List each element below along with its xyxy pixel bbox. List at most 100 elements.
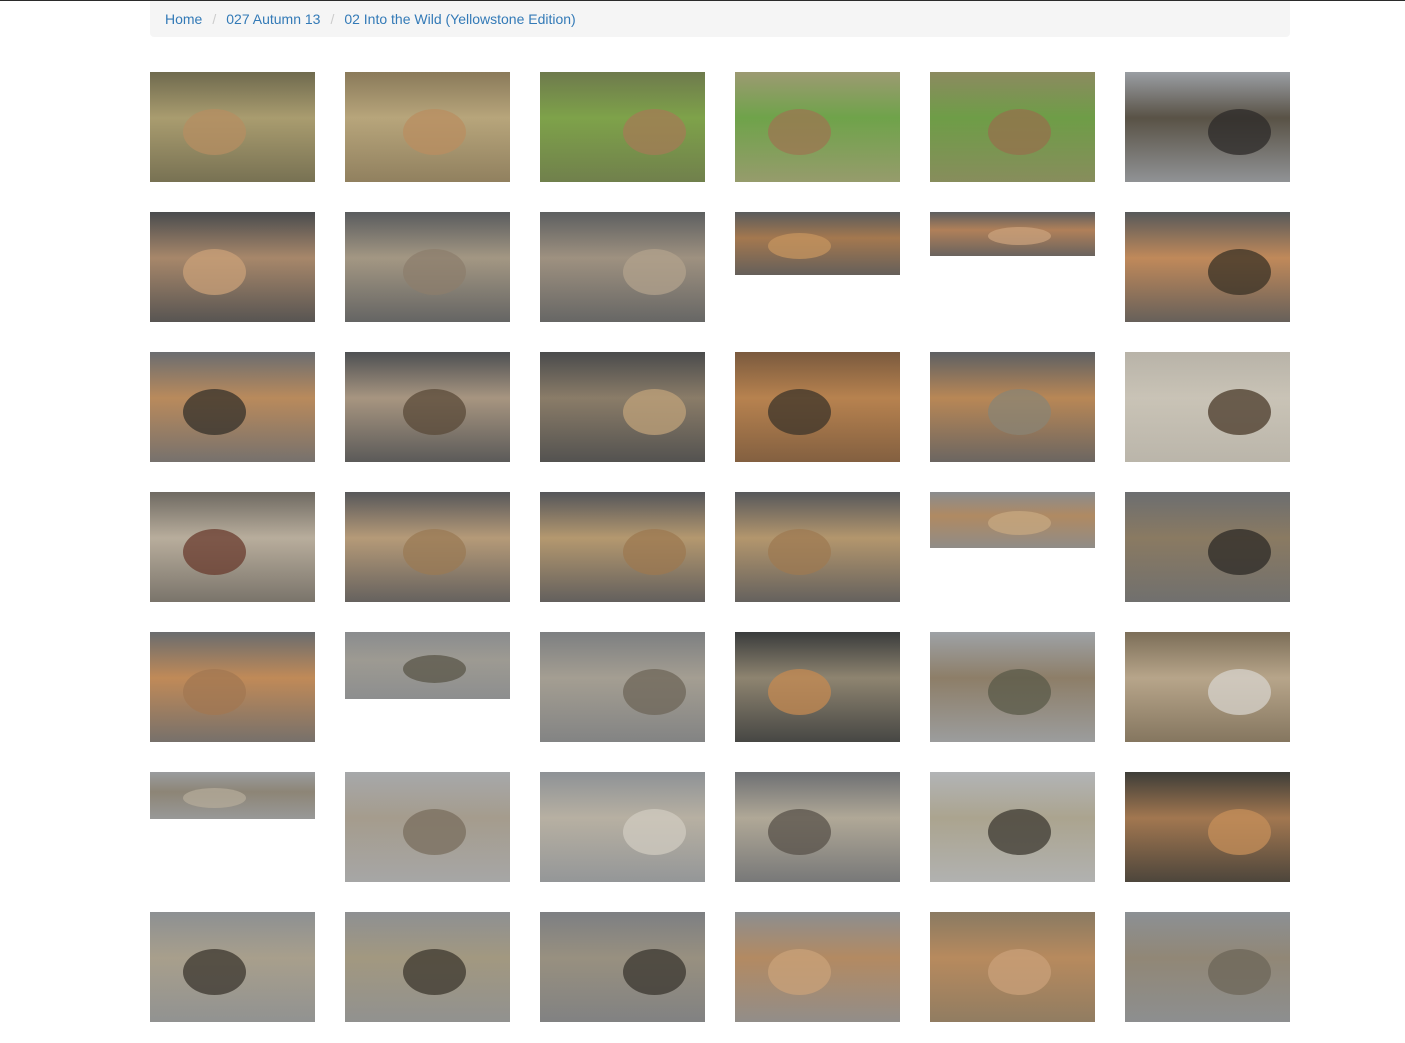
photo-thumbnail-liberty-cap-boardwalk[interactable] xyxy=(540,212,705,322)
photo-sky-area xyxy=(150,492,315,538)
breadcrumb-gallery-link[interactable]: 02 Into the Wild (Yellowstone Edition) xyxy=(344,11,575,27)
photo-subject xyxy=(183,249,246,295)
breadcrumb-separator: / xyxy=(212,11,217,27)
photo-thumbnail-white-terrace-mist[interactable] xyxy=(540,772,705,882)
photo-subject xyxy=(768,233,831,259)
photo-subject xyxy=(183,529,246,575)
photo-thumbnail-grey-terrace-cliffs[interactable] xyxy=(345,772,510,882)
photo-sky-area xyxy=(735,912,900,958)
photo-thumbnail-terraces-steam[interactable] xyxy=(345,212,510,322)
photo-thumbnail-dry-terrace-trees[interactable] xyxy=(930,632,1095,742)
photo-sky-area xyxy=(1125,72,1290,118)
photo-thumbnail-elk-grazing-lawn-2[interactable] xyxy=(930,72,1095,182)
photo-thumbnail-orange-steam-pool[interactable] xyxy=(1125,772,1290,882)
photo-thumbnail-flat-valley-panorama[interactable] xyxy=(150,772,315,819)
photo-subject xyxy=(1208,389,1271,435)
photo-sky-area xyxy=(540,912,705,958)
photo-thumbnail-terrace-cascade[interactable] xyxy=(345,492,510,602)
photo-thumbnail-grey-flats-steam[interactable] xyxy=(735,772,900,882)
photo-thumbnail-orange-hill-steam[interactable] xyxy=(735,912,900,1022)
photo-thumbnail-dark-rock-boardwalk[interactable] xyxy=(345,352,510,462)
photo-thumbnail-terraces-landscape[interactable] xyxy=(150,212,315,322)
photo-sky-area xyxy=(735,212,900,238)
photo-thumbnail-valley-grey-terrace[interactable] xyxy=(1125,912,1290,1022)
photo-thumbnail-elk-standing-sagebrush[interactable] xyxy=(150,72,315,182)
photo-thumbnail-elk-on-lawn-building[interactable] xyxy=(540,72,705,182)
photo-thumbnail-orange-slope-close[interactable] xyxy=(930,912,1095,1022)
photo-thumbnail-dead-trees-steam-flats[interactable] xyxy=(150,912,315,1022)
photo-sky-area xyxy=(1125,492,1290,538)
photo-sky-area xyxy=(540,72,705,118)
photo-subject xyxy=(768,949,831,995)
photo-subject xyxy=(183,669,246,715)
photo-subject xyxy=(623,809,686,855)
photo-thumbnail-steam-dark-sky[interactable] xyxy=(540,352,705,462)
photo-subject xyxy=(988,109,1051,155)
photo-subject xyxy=(623,669,686,715)
photo-thumbnail-orange-cliff-face[interactable] xyxy=(735,352,900,462)
photo-thumbnail-elk-grazing-lawn[interactable] xyxy=(735,72,900,182)
photo-subject xyxy=(403,109,466,155)
photo-sky-area xyxy=(735,72,900,118)
photo-subject xyxy=(403,389,466,435)
photo-thumbnail-dead-trees-steam[interactable] xyxy=(1125,492,1290,602)
photo-sky-area xyxy=(150,212,315,258)
photo-subject xyxy=(183,788,246,808)
photo-thumbnail-elk-in-front-of-building[interactable] xyxy=(345,72,510,182)
photo-subject xyxy=(623,249,686,295)
breadcrumb-album-link[interactable]: 027 Autumn 13 xyxy=(226,11,320,27)
breadcrumb: Home / 027 Autumn 13 / 02 Into the Wild … xyxy=(150,1,1290,37)
photo-subject xyxy=(403,249,466,295)
photo-thumbnail-terrace-cascade-3[interactable] xyxy=(735,492,900,602)
photo-thumbnail-terrace-cascade-2[interactable] xyxy=(540,492,705,602)
photo-subject xyxy=(403,655,466,683)
photo-subject xyxy=(768,669,831,715)
photo-subject xyxy=(988,227,1051,245)
photo-sky-area xyxy=(150,912,315,958)
photo-sky-area xyxy=(150,72,315,118)
photo-subject xyxy=(988,511,1051,535)
photo-sky-area xyxy=(1125,632,1290,678)
photo-subject xyxy=(768,109,831,155)
breadcrumb-separator: / xyxy=(330,11,335,27)
photo-thumbnail-fallen-log[interactable] xyxy=(1125,632,1290,742)
photo-subject xyxy=(403,949,466,995)
photo-thumbnail-terrace-cascade-wide[interactable] xyxy=(930,492,1095,548)
photo-sky-area xyxy=(540,772,705,818)
photo-subject xyxy=(1208,249,1271,295)
photo-thumbnail-picnic-table-cloudy[interactable] xyxy=(1125,72,1290,182)
photo-sky-area xyxy=(540,492,705,538)
photo-sky-area xyxy=(150,632,315,678)
photo-thumbnail-dead-trees-white-ground[interactable] xyxy=(930,772,1095,882)
photo-thumbnail-orange-terrace-panorama[interactable] xyxy=(930,212,1095,256)
photo-subject xyxy=(623,949,686,995)
photo-sky-area xyxy=(735,772,900,818)
photo-sky-area xyxy=(735,632,900,678)
photo-subject xyxy=(1208,669,1271,715)
photo-sky-area xyxy=(540,632,705,678)
photo-thumbnail-steam-vent-dark[interactable] xyxy=(735,632,900,742)
photo-sky-area xyxy=(150,352,315,398)
photo-sky-area xyxy=(735,492,900,538)
photo-subject xyxy=(768,809,831,855)
photo-sky-area xyxy=(540,352,705,398)
photo-subject xyxy=(1208,809,1271,855)
photo-thumbnail-terrace-with-trees[interactable] xyxy=(150,352,315,462)
photo-thumbnail-orange-hillside-wide[interactable] xyxy=(735,212,900,275)
photo-thumbnail-boardwalk-terrace[interactable] xyxy=(540,632,705,742)
photo-thumbnail-orange-hill-dead-tree[interactable] xyxy=(1125,212,1290,322)
breadcrumb-home-link[interactable]: Home xyxy=(165,11,202,27)
photo-thumbnail-person-portrait-terrace[interactable] xyxy=(150,492,315,602)
photo-subject xyxy=(623,529,686,575)
photo-subject xyxy=(623,389,686,435)
photo-subject xyxy=(183,389,246,435)
photo-thumbnail-orange-mound-trees[interactable] xyxy=(150,632,315,742)
photo-subject xyxy=(768,529,831,575)
photo-thumbnail-boardwalk-panorama[interactable] xyxy=(345,632,510,699)
photo-thumbnail-steam-dead-trees[interactable] xyxy=(540,912,705,1022)
photo-thumbnail-orange-slope-trees[interactable] xyxy=(930,352,1095,462)
photo-subject xyxy=(1208,109,1271,155)
photo-thumbnail-sign-on-white-ground[interactable] xyxy=(1125,352,1290,462)
photo-thumbnail-dead-trees-valley[interactable] xyxy=(345,912,510,1022)
photo-subject xyxy=(768,389,831,435)
